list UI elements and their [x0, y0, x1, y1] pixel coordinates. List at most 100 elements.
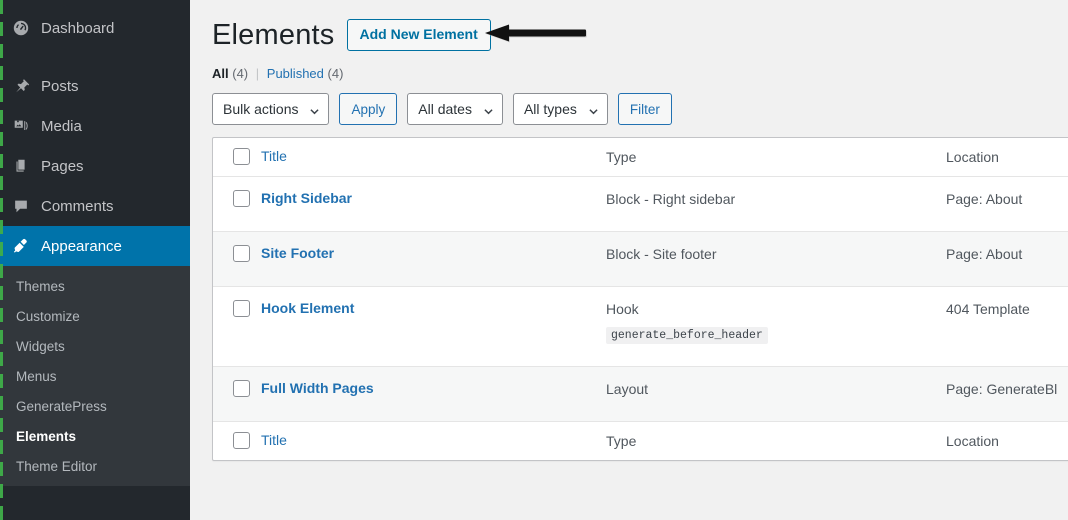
row-select-cell [213, 232, 261, 284]
apply-label: Apply [351, 101, 386, 117]
row-title-cell: Right Sidebar [261, 177, 606, 230]
row-type-cell: Hook generate_before_header [606, 287, 946, 366]
row-title-link[interactable]: Hook Element [261, 300, 354, 316]
table-header-row: Title Type Location [213, 138, 1068, 177]
table-row: Site Footer Block - Site footer Page: Ab… [213, 232, 1068, 287]
submenu-item-generatepress[interactable]: GeneratePress [0, 392, 190, 422]
row-title-link[interactable]: Right Sidebar [261, 190, 352, 206]
row-location-text: Page: About [946, 246, 1023, 262]
sidebar-item-pages[interactable]: Pages [0, 146, 190, 186]
sidebar-item-label: Appearance [41, 237, 122, 255]
all-types-select[interactable]: All types [512, 93, 608, 125]
pin-icon [11, 76, 31, 96]
select-all-cell [213, 138, 261, 175]
table-row: Right Sidebar Block - Right sidebar Page… [213, 177, 1068, 232]
row-title-link[interactable]: Site Footer [261, 245, 334, 261]
column-footer-location: Location [946, 433, 999, 449]
filter-button[interactable]: Filter [617, 93, 672, 125]
row-type-cell: Block - Right sidebar [606, 177, 946, 231]
row-select-cell [213, 177, 261, 229]
bulk-actions-select[interactable]: Bulk actions [212, 93, 330, 125]
row-checkbox[interactable] [233, 190, 250, 207]
wordpress-admin-screen: Dashboard Posts Media Pages Comments App… [0, 0, 1068, 520]
view-all-link[interactable]: All [212, 66, 229, 81]
row-hook-code: generate_before_header [606, 327, 768, 344]
bulk-actions-label: Bulk actions [223, 101, 299, 117]
select-all-checkbox[interactable] [233, 148, 250, 165]
add-new-element-button[interactable]: Add New Element [346, 18, 491, 52]
submenu-item-themes[interactable]: Themes [0, 272, 190, 302]
submenu-item-theme-editor[interactable]: Theme Editor [0, 452, 190, 482]
admin-sidebar: Dashboard Posts Media Pages Comments App… [0, 0, 190, 520]
header-cell-location: Location [946, 138, 1068, 176]
comments-icon [11, 196, 31, 216]
footer-cell-type: Type [606, 422, 946, 460]
views-filter-links: All (4) | Published (4) [212, 66, 1068, 81]
view-all-count: (4) [232, 66, 249, 81]
left-edge-markers [0, 0, 3, 520]
view-published-link[interactable]: Published [267, 66, 324, 81]
row-location-cell: Page: About [946, 177, 1068, 231]
table-footer-row: Title Type Location [213, 422, 1068, 460]
row-type-cell: Block - Site footer [606, 232, 946, 286]
sidebar-item-label: Dashboard [41, 19, 115, 37]
row-location-cell: Page: About [946, 232, 1068, 286]
appearance-submenu: Themes Customize Widgets Menus GenerateP… [0, 266, 190, 486]
elements-list-table: Title Type Location Right Sidebar Block … [212, 137, 1068, 461]
apply-button[interactable]: Apply [339, 93, 398, 125]
brush-icon [11, 236, 31, 256]
row-location-cell: Page: GenerateBl [946, 367, 1068, 421]
views-separator: | [255, 66, 260, 81]
row-title-cell: Site Footer [261, 232, 606, 285]
all-dates-label: All dates [418, 101, 472, 117]
media-icon [11, 116, 31, 136]
table-navigation-toolbar: Bulk actions Apply All dates All types F… [212, 93, 1068, 125]
sidebar-item-media[interactable]: Media [0, 106, 190, 146]
select-all-footer-checkbox[interactable] [233, 432, 250, 449]
page-title: Elements [212, 18, 335, 51]
column-footer-type: Type [606, 433, 637, 449]
column-footer-title-link[interactable]: Title [261, 432, 287, 448]
annotation-arrow-icon [483, 22, 588, 46]
all-dates-select[interactable]: All dates [407, 93, 503, 125]
select-all-footer-cell [213, 422, 261, 459]
dashboard-icon [11, 18, 31, 38]
sidebar-item-label: Posts [41, 77, 79, 95]
row-title-cell: Hook Element [261, 287, 606, 340]
row-type-cell: Layout [606, 367, 946, 421]
column-header-location: Location [946, 149, 999, 165]
header-cell-type: Type [606, 138, 946, 176]
row-type-text: Layout [606, 381, 649, 397]
chevron-down-icon [589, 109, 598, 115]
row-location-text: Page: GenerateBl [946, 381, 1058, 397]
row-type-text: Block - Right sidebar [606, 191, 736, 207]
filter-label: Filter [629, 101, 660, 117]
all-types-label: All types [523, 101, 577, 117]
row-select-cell [213, 367, 261, 419]
row-location-text: 404 Template [946, 301, 1030, 317]
row-title-cell: Full Width Pages [261, 367, 606, 420]
footer-cell-location: Location [946, 422, 1068, 460]
table-row: Hook Element Hook generate_before_header… [213, 287, 1068, 367]
sidebar-item-posts[interactable]: Posts [0, 66, 190, 106]
submenu-item-elements[interactable]: Elements [0, 422, 190, 452]
sidebar-item-label: Pages [41, 157, 84, 175]
row-checkbox[interactable] [233, 380, 250, 397]
sidebar-item-label: Comments [41, 197, 114, 215]
submenu-item-customize[interactable]: Customize [0, 302, 190, 332]
row-title-link[interactable]: Full Width Pages [261, 380, 374, 396]
row-type-text: Block - Site footer [606, 246, 717, 262]
sidebar-item-dashboard[interactable]: Dashboard [0, 8, 190, 48]
row-checkbox[interactable] [233, 245, 250, 262]
row-location-text: Page: About [946, 191, 1023, 207]
sidebar-item-appearance[interactable]: Appearance [0, 226, 190, 266]
submenu-item-widgets[interactable]: Widgets [0, 332, 190, 362]
chevron-down-icon [484, 109, 493, 115]
row-select-cell [213, 287, 261, 339]
column-header-type: Type [606, 149, 637, 165]
page-header: Elements Add New Element [212, 14, 1068, 56]
sidebar-item-comments[interactable]: Comments [0, 186, 190, 226]
row-checkbox[interactable] [233, 300, 250, 317]
submenu-item-menus[interactable]: Menus [0, 362, 190, 392]
column-header-title-link[interactable]: Title [261, 148, 287, 164]
